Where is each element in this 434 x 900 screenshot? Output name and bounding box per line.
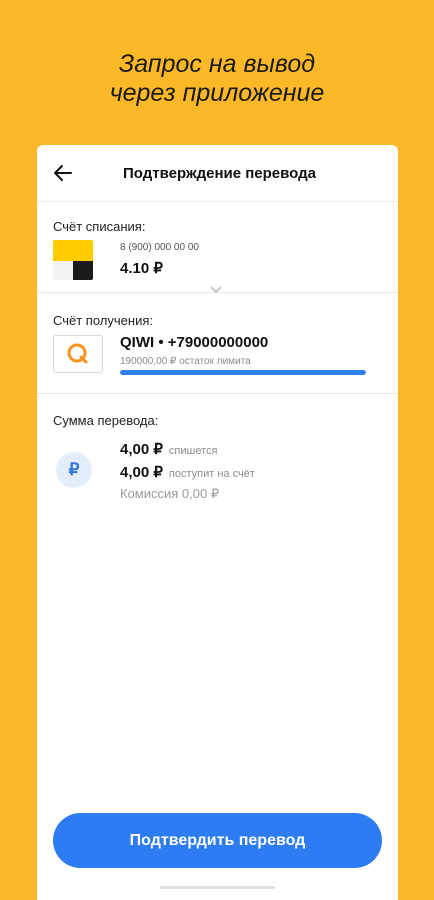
source-account-section[interactable]: Счёт списания: 8 (900) 000 00 00 4.10 ₽ bbox=[37, 202, 398, 294]
limit-progress-bar bbox=[120, 370, 366, 375]
source-account-label: Счёт списания: bbox=[53, 219, 146, 234]
credit-note: поступит на счёт bbox=[168, 468, 255, 480]
promo-line-1: Запрос на вывод bbox=[118, 50, 316, 78]
yandex-money-icon bbox=[53, 240, 93, 280]
credit-amount: 4,00 ₽ bbox=[120, 464, 163, 481]
destination-account-section[interactable]: Счёт получения: QIWI • +79000000000 1900… bbox=[37, 293, 398, 393]
promo-line-2: через приложение bbox=[109, 79, 325, 107]
destination-account-name: QIWI • +79000000000 bbox=[120, 334, 269, 351]
source-account-phone: 8 (900) 000 00 00 bbox=[120, 242, 199, 253]
page-title: Подтверждение перевода bbox=[123, 164, 316, 182]
debit-amount: 4,00 ₽ bbox=[120, 441, 163, 458]
limit-progress-fill bbox=[120, 370, 366, 375]
divider bbox=[37, 393, 398, 394]
source-account-balance: 4.10 ₽ bbox=[120, 260, 163, 277]
transfer-amount-label: Сумма перевода: bbox=[53, 413, 159, 428]
transfer-confirmation-screen: Подтверждение перевода Счёт списания: 8 … bbox=[37, 145, 398, 900]
debit-note: спишется bbox=[168, 445, 218, 457]
home-indicator bbox=[160, 886, 275, 889]
arrow-left-icon[interactable] bbox=[51, 161, 75, 185]
limit-remaining-text: 190000,00 ₽ остаток лимита bbox=[120, 356, 251, 367]
promo-caption: Запрос на вывод через приложение bbox=[0, 50, 434, 108]
qiwi-icon bbox=[53, 335, 103, 373]
commission-text: Комиссия 0,00 ₽ bbox=[120, 486, 220, 501]
confirm-transfer-button[interactable]: Подтвердить перевод bbox=[53, 813, 382, 868]
destination-account-label: Счёт получения: bbox=[53, 313, 153, 328]
credit-amount-row: 4,00 ₽ поступит на счёт bbox=[120, 463, 255, 481]
debit-amount-row: 4,00 ₽ спишется bbox=[120, 440, 217, 458]
ruble-icon: ₽ bbox=[56, 452, 92, 488]
app-bar: Подтверждение перевода bbox=[37, 145, 398, 202]
